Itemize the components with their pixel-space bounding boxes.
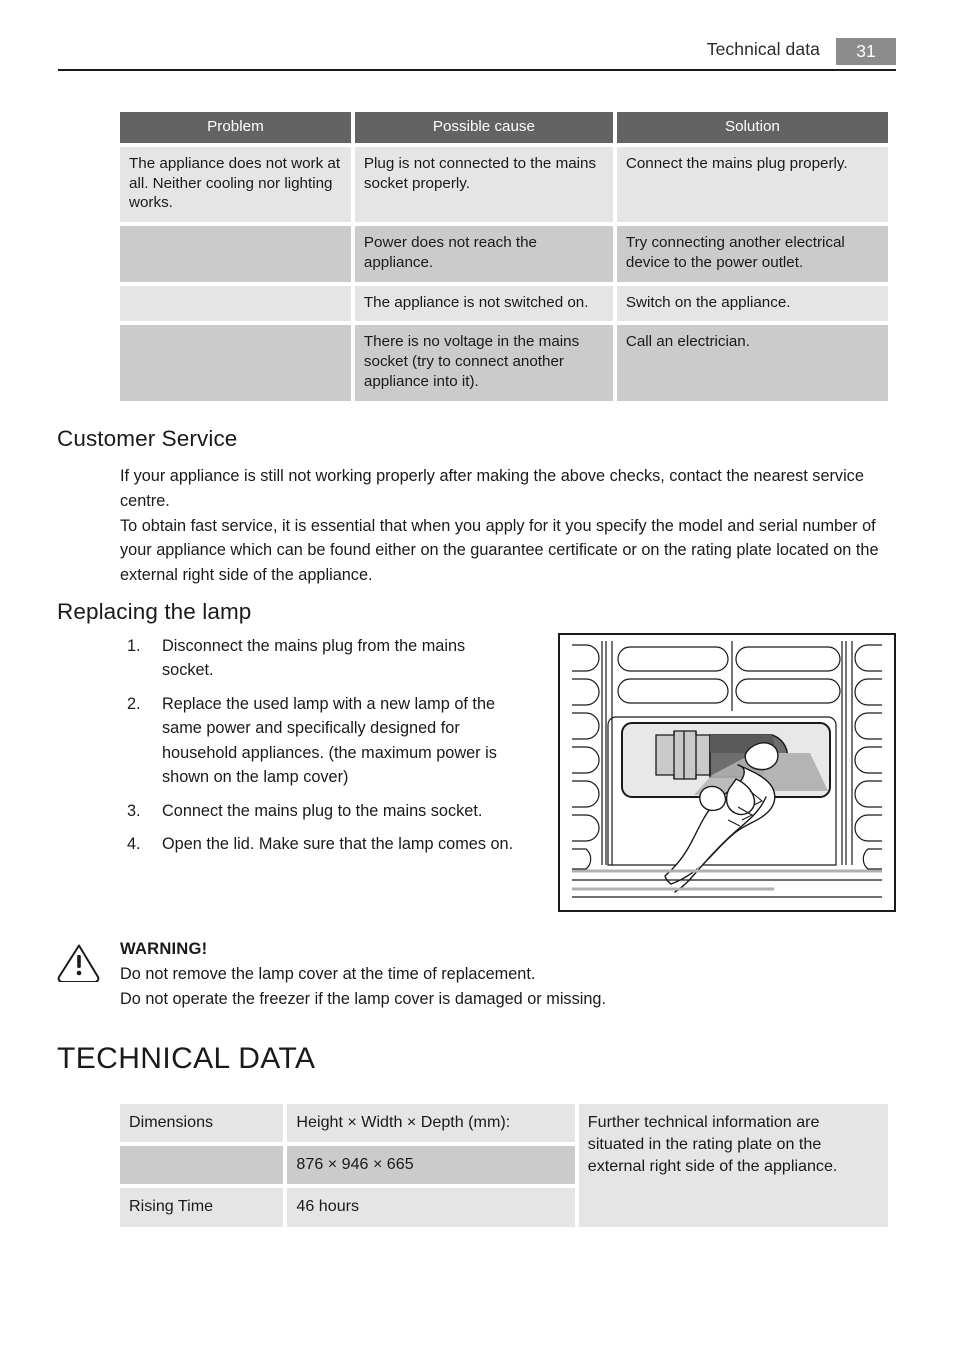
cell-problem: The appliance does not work at all. Neit… [120, 146, 351, 222]
cell-cause: There is no voltage in the mains socket … [354, 325, 613, 401]
list-item-text: Connect the mains plug to the mains sock… [162, 801, 483, 820]
list-marker: 1. [127, 637, 141, 655]
heading-technical-data: TECHNICAL DATA [57, 1042, 316, 1075]
list-marker: 4. [127, 835, 141, 854]
header-divider [58, 69, 896, 71]
table-row: Power does not reach the appliance. Try … [120, 226, 888, 282]
cell-dimensions-value: Height × Width × Depth (mm): [287, 1104, 575, 1143]
cell-problem [120, 325, 351, 401]
warning-title: WARNING! [120, 939, 208, 958]
column-header-problem: Problem [120, 112, 351, 143]
list-item-text: Replace the used lamp with a new lamp of… [162, 694, 497, 787]
heading-customer-service: Customer Service [57, 426, 238, 451]
customer-service-body: If your appliance is still not working p… [120, 464, 895, 588]
replacing-lamp-steps: 1. Disconnect the mains plug from the ma… [120, 634, 520, 866]
cell-dimensions-measurements: 876 × 946 × 665 [287, 1146, 575, 1185]
column-header-cause: Possible cause [354, 112, 613, 143]
troubleshooting-table: Problem Possible cause Solution The appl… [116, 108, 892, 405]
list-item: 4. Open the lid. Make sure that the lamp… [120, 832, 520, 856]
cell-dimensions-label: Dimensions [120, 1104, 284, 1143]
cell-cause: The appliance is not switched on. [354, 285, 613, 322]
lamp-replacement-illustration [558, 633, 896, 912]
cell-solution: Try connecting another electrical device… [616, 226, 888, 282]
page-header: Technical data 31 [58, 38, 896, 68]
warning-text: WARNING! Do not remove the lamp cover at… [120, 936, 606, 1012]
column-header-solution: Solution [616, 112, 888, 143]
customer-service-paragraph: To obtain fast service, it is essential … [120, 516, 879, 585]
cell-rising-time-value: 46 hours [287, 1188, 575, 1227]
cell-solution: Call an electrician. [616, 325, 888, 401]
cell-empty-label [120, 1146, 284, 1185]
warning-triangle-icon [57, 942, 101, 983]
table-row: The appliance does not work at all. Neit… [120, 146, 888, 222]
cell-rising-time-label: Rising Time [120, 1188, 284, 1227]
warning-line: Do not operate the freezer if the lamp c… [120, 989, 606, 1008]
table-row: There is no voltage in the mains socket … [120, 325, 888, 401]
list-item-text: Open the lid. Make sure that the lamp co… [162, 835, 514, 854]
heading-replacing-the-lamp: Replacing the lamp [57, 599, 252, 624]
table-header-row: Problem Possible cause Solution [120, 112, 888, 143]
list-marker: 3. [127, 801, 141, 820]
cell-cause: Power does not reach the appliance. [354, 226, 613, 282]
list-item: 2. Replace the used lamp with a new lamp… [120, 692, 520, 790]
cell-problem [120, 285, 351, 322]
cell-cause: Plug is not connected to the mains socke… [354, 146, 613, 222]
customer-service-paragraph: If your appliance is still not working p… [120, 467, 864, 510]
cell-technical-note: Further technical information are situat… [578, 1104, 888, 1227]
warning-line: Do not remove the lamp cover at the time… [120, 964, 536, 983]
table-row: The appliance is not switched on. Switch… [120, 285, 888, 322]
cell-solution: Connect the mains plug properly. [616, 146, 888, 222]
cell-solution: Switch on the appliance. [616, 285, 888, 322]
list-marker: 2. [127, 694, 141, 713]
page-number-badge: 31 [836, 38, 896, 65]
header-title: Technical data [706, 39, 820, 59]
technical-data-table: Dimensions Height × Width × Depth (mm): … [116, 1100, 892, 1231]
list-item: 1. Disconnect the mains plug from the ma… [120, 634, 520, 683]
list-item-text: Disconnect the mains plug from the mains… [162, 637, 466, 680]
list-item: 3. Connect the mains plug to the mains s… [120, 799, 520, 823]
freezer-lamp-diagram-icon [572, 641, 882, 898]
cell-problem [120, 226, 351, 282]
table-row: Dimensions Height × Width × Depth (mm): … [120, 1104, 888, 1227]
